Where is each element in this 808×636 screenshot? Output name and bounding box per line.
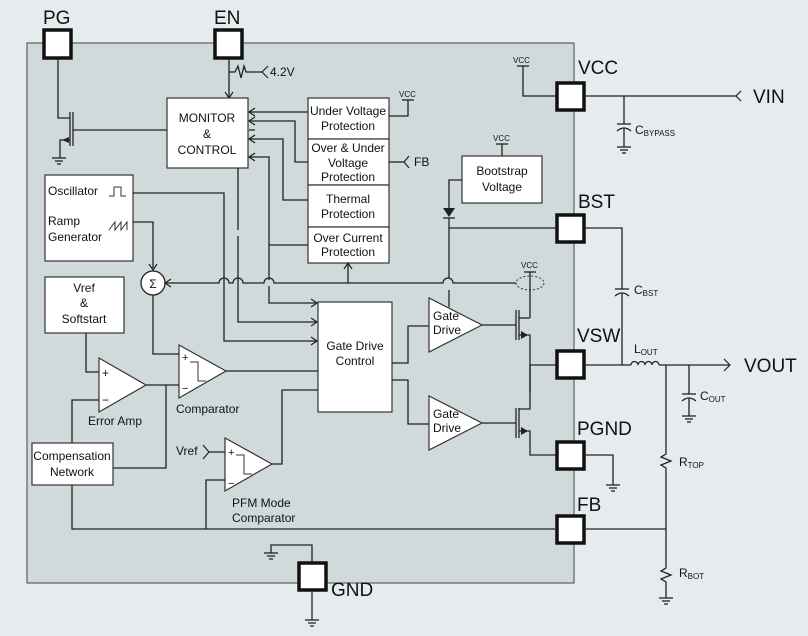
uvp-label-1: Under Voltage [310,104,386,118]
pin-gnd[interactable] [297,561,328,592]
vref-label-3: Softstart [62,312,107,326]
gd-low-label-2: Drive [433,421,461,435]
ocp-label-1: Over Current [313,231,383,245]
error-amp-plus: + [102,366,109,380]
bootstrap-label-1: Bootstrap [476,164,528,178]
vref-label-1: Vref [73,281,95,295]
feedback-divider [659,365,673,598]
en-reference-voltage: 4.2V [270,65,295,79]
compensation-label-1: Compensation [33,449,110,463]
bootstrap-vcc-label: VCC [493,134,510,143]
compensation-label-2: Network [50,465,95,479]
error-amp-label: Error Amp [88,414,142,428]
ramp-label-2: Generator [48,230,102,244]
pin-label-fb: FB [577,495,601,516]
pfm-label-2: Comparator [232,511,295,525]
c-bypass-label: CBYPASS [635,123,675,138]
pin-vcc[interactable] [555,81,586,112]
ouvp-fb-label: FB [414,155,429,169]
pin-fb[interactable] [555,514,586,545]
gd-high-label-2: Drive [433,323,461,337]
monitor-label-1: MONITOR [179,111,236,125]
pin-en[interactable] [213,28,244,60]
ocp-label-2: Protection [321,245,375,259]
pin-label-vsw: VSW [577,326,620,347]
pin-pgnd[interactable] [555,440,586,471]
summer-symbol: Σ [149,277,156,291]
ground-icon [305,619,319,627]
pin-label-pgnd: PGND [577,419,632,440]
thermal-label-1: Thermal [326,192,370,206]
ouvp-label-1: Over & Under [311,141,384,155]
inductor-icon [630,360,660,366]
ground-icon [659,597,673,605]
block-diagram: PG EN 4.2V MONITOR & CONTROL Under Volta… [26,8,797,627]
c-out-label: COUT [700,389,726,404]
protection-stack: Under Voltage Protection Over & Under Vo… [307,97,390,264]
pin-label-vcc: VCC [578,58,618,79]
comparator-plus: + [182,352,188,364]
uvp-label-2: Protection [321,119,375,133]
pin-label-gnd: GND [331,580,373,601]
ground-icon [682,415,696,423]
vin-label: VIN [753,87,785,108]
comparator-label: Comparator [176,402,239,416]
uvp-vcc-label: VCC [399,90,416,99]
r-top-label: RTOP [679,455,704,470]
oscillator-label: Oscillator [48,184,98,198]
ouvp-label-2: Voltage [328,156,368,170]
gdc-label-1: Gate Drive [326,339,384,353]
vcc-pin-vcc-label: VCC [513,56,530,65]
pin-label-bst: BST [578,192,615,213]
gd-low-label-1: Gate [433,407,459,421]
pin-pg[interactable] [42,28,73,60]
hs-vcc-label: VCC [521,261,538,270]
monitor-label-2: & [203,127,211,141]
vout-label: VOUT [744,356,797,377]
error-amp-minus: − [102,393,109,407]
r-bot-label: RBOT [679,566,704,581]
ground-icon [617,146,631,154]
l-out-label: LOUT [634,342,658,357]
pfm-vref-label: Vref [176,444,198,458]
ground-icon [606,484,620,492]
comparator-minus: − [182,383,188,395]
pfm-minus: − [228,478,234,490]
pin-label-pg: PG [43,8,70,29]
monitor-label-3: CONTROL [178,143,237,157]
ouvp-label-3: Protection [321,170,375,184]
gdc-label-2: Control [336,354,375,368]
ramp-label-1: Ramp [48,214,80,228]
pfm-label-1: PFM Mode [232,496,291,510]
vref-label-2: & [80,296,88,310]
bootstrap-label-2: Voltage [482,180,522,194]
pin-vsw[interactable] [555,349,586,380]
pfm-plus: + [228,447,234,459]
pin-bst[interactable] [555,213,586,244]
gd-high-label-1: Gate [433,309,459,323]
thermal-label-2: Protection [321,207,375,221]
c-bst-label: CBST [634,283,658,298]
pin-label-en: EN [214,8,240,29]
